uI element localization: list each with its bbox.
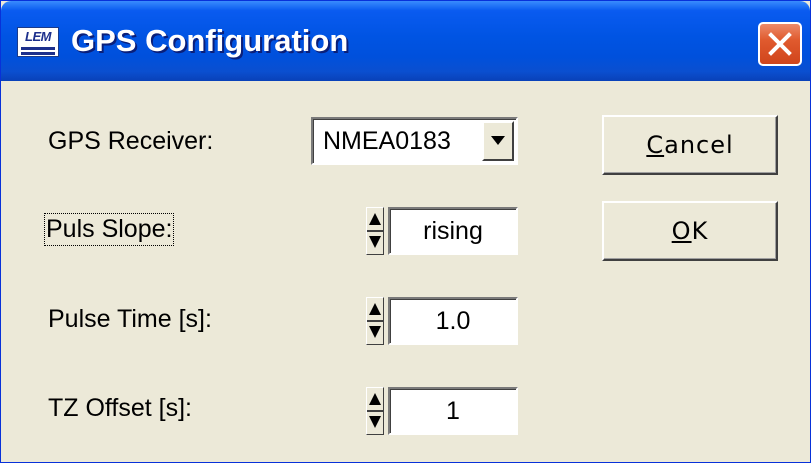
- puls-slope-spinner[interactable]: [366, 207, 384, 255]
- close-button[interactable]: [758, 22, 802, 66]
- chevron-down-icon: [491, 136, 505, 145]
- cancel-mnemonic: C: [646, 131, 665, 159]
- spin-down-icon[interactable]: [368, 232, 382, 252]
- title-bar[interactable]: LEM GPS Configuration: [1, 1, 810, 81]
- window-title: GPS Configuration: [71, 23, 349, 58]
- spin-up-icon[interactable]: [368, 209, 382, 229]
- dropdown-button[interactable]: [482, 121, 514, 161]
- pulse-time-spinner[interactable]: [366, 297, 384, 345]
- ok-button[interactable]: OK: [602, 201, 778, 261]
- gps-receiver-label: GPS Receiver:: [48, 127, 214, 155]
- gps-receiver-value: NMEA0183: [323, 127, 451, 155]
- cancel-button[interactable]: Cancel: [602, 115, 778, 175]
- app-logo-text: LEM: [25, 29, 51, 44]
- gps-configuration-dialog: LEM GPS Configuration GPS Receiver: NMEA…: [0, 0, 811, 463]
- app-logo-icon: LEM: [17, 27, 59, 57]
- spin-down-icon[interactable]: [368, 412, 382, 432]
- tz-offset-label: TZ Offset [s]:: [48, 394, 193, 422]
- logo-stripe: [21, 52, 55, 55]
- pulse-time-field[interactable]: 1.0: [388, 297, 518, 345]
- close-x-icon: [768, 32, 792, 56]
- puls-slope-label: Puls Slope:: [43, 213, 175, 246]
- cancel-label: ancel: [664, 131, 734, 159]
- tz-offset-field[interactable]: 1: [388, 387, 518, 435]
- spin-up-icon[interactable]: [368, 389, 382, 409]
- tz-offset-spinner[interactable]: [366, 387, 384, 435]
- pulse-time-label: Pulse Time [s]:: [48, 305, 212, 333]
- logo-stripe: [21, 47, 55, 50]
- puls-slope-field[interactable]: rising: [388, 207, 518, 255]
- spin-up-icon[interactable]: [368, 299, 382, 319]
- ok-mnemonic: O: [671, 217, 692, 245]
- ok-label: K: [691, 217, 709, 245]
- spin-down-icon[interactable]: [368, 322, 382, 342]
- gps-receiver-select[interactable]: NMEA0183: [311, 117, 518, 165]
